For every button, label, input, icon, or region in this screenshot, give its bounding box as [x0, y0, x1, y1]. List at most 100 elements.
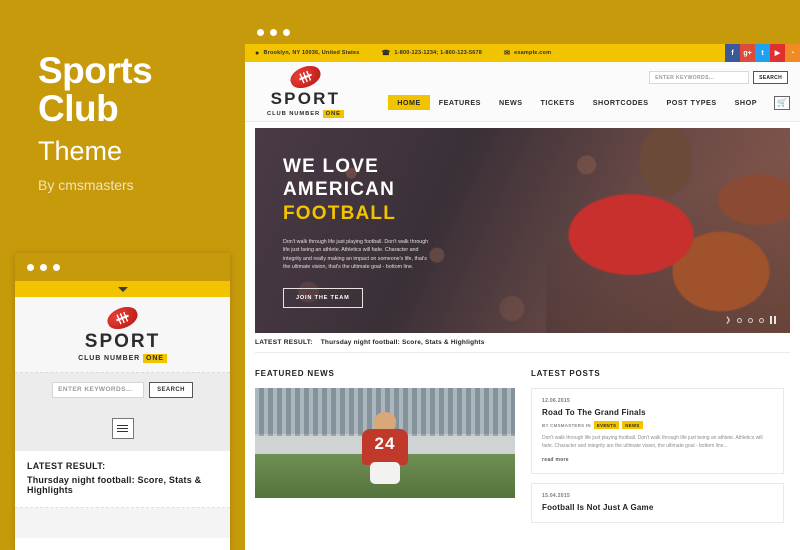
- search-input[interactable]: ENTER KEYWORDS...: [649, 71, 750, 84]
- post-title[interactable]: Road To The Grand Finals: [542, 408, 773, 417]
- envelope-icon: ✉: [504, 49, 511, 57]
- brand-tagline-highlight: ONE: [322, 110, 344, 118]
- topbar-phone-text: 1-800-123-1234; 1-800-123-5678: [394, 50, 483, 56]
- facebook-icon[interactable]: f: [725, 44, 740, 62]
- nav-item-news[interactable]: NEWS: [490, 95, 532, 110]
- nav-item-home[interactable]: HOME: [388, 95, 430, 110]
- main-content: FEATURED NEWS 24 LATEST POSTS 12.06.2015…: [245, 353, 800, 532]
- topbar-address: ● Brooklyn, NY 10036, United States: [255, 50, 360, 57]
- window-dot-minimize[interactable]: [40, 263, 47, 271]
- hero-slider: WE LOVE AMERICAN FOOTBALL Don't walk thr…: [255, 128, 790, 333]
- hero-headline-white: AMERICAN: [283, 179, 395, 200]
- site-header: SPORT CLUB NUMBER ONE ENTER KEYWORDS... …: [245, 61, 800, 122]
- topbar-email-text: example.com: [514, 50, 552, 56]
- topbar-address-text: Brooklyn, NY 10036, United States: [263, 50, 360, 56]
- promo-title-line2: Club: [38, 88, 119, 129]
- search-button[interactable]: SEARCH: [149, 381, 193, 398]
- slider-controls: ❯: [725, 316, 776, 324]
- post-date: 15.04.2015: [542, 493, 571, 500]
- chevron-right-icon[interactable]: ❯: [725, 316, 731, 324]
- phone-icon: ☎: [381, 49, 391, 57]
- nav-item-features[interactable]: FEATURES: [430, 95, 490, 110]
- post-author-line: BY CMSMASTERS IN: [542, 422, 591, 428]
- mobile-window-chrome: [15, 253, 230, 281]
- featured-news-title: FEATURED NEWS: [255, 369, 335, 378]
- site-topbar: ● Brooklyn, NY 10036, United States ☎ 1-…: [245, 44, 800, 62]
- post-meta: BY CMSMASTERS IN EVENTS NEWS: [542, 421, 773, 429]
- join-the-team-button[interactable]: JOIN THE TEAM: [283, 287, 363, 308]
- player-pants: [370, 462, 400, 485]
- nav-item-shop[interactable]: SHOP: [726, 95, 766, 110]
- jersey-number: 24: [374, 434, 396, 454]
- latest-result-text[interactable]: Thursday night football: Score, Stats & …: [27, 475, 218, 495]
- search-button[interactable]: SEARCH: [753, 71, 788, 84]
- latest-posts-column: LATEST POSTS 12.06.2015 Road To The Gran…: [531, 369, 784, 532]
- window-dot-maximize[interactable]: [283, 28, 290, 36]
- twitter-icon[interactable]: t: [755, 44, 770, 62]
- googleplus-icon[interactable]: g+: [740, 44, 755, 62]
- rss-icon[interactable]: ◔: [785, 44, 800, 62]
- search-input[interactable]: ENTER KEYWORDS...: [52, 381, 145, 398]
- list-item[interactable]: 15.04.2015 Football Is Not Just A Game: [531, 483, 784, 524]
- latest-result-label: LATEST RESULT:: [255, 339, 313, 346]
- promo-byline: By cmsmasters: [38, 177, 134, 193]
- featured-news-column: FEATURED NEWS 24: [255, 369, 515, 532]
- hamburger-menu-icon[interactable]: [111, 418, 134, 439]
- post-excerpt: Don't walk through life just playing foo…: [542, 435, 763, 449]
- football-icon: [287, 61, 324, 93]
- post-title[interactable]: Football Is Not Just A Game: [542, 503, 773, 512]
- slider-dot-1[interactable]: [737, 317, 742, 323]
- topbar-email[interactable]: ✉ example.com: [504, 50, 551, 57]
- nav-item-shortcodes[interactable]: SHORTCODES: [584, 95, 658, 110]
- brand-tagline-highlight: ONE: [143, 353, 167, 363]
- hero-headline-line1: WE LOVE: [283, 156, 380, 177]
- pause-icon[interactable]: [770, 316, 776, 324]
- latest-posts-title: LATEST POSTS: [531, 369, 601, 378]
- post-tag-events[interactable]: EVENTS: [593, 421, 620, 429]
- window-dot-close[interactable]: [27, 263, 34, 271]
- browser-window-chrome: [245, 20, 800, 44]
- mobile-preview-window: SPORT CLUB NUMBER ONE ENTER KEYWORDS... …: [15, 253, 230, 550]
- site-logo[interactable]: SPORT CLUB NUMBER ONE: [267, 61, 344, 118]
- nav-item-tickets[interactable]: TICKETS: [532, 95, 584, 110]
- latest-result-strip: LATEST RESULT: Thursday night football: …: [255, 333, 790, 353]
- brand-tagline-prefix: CLUB NUMBER: [78, 354, 141, 362]
- topbar-phone[interactable]: ☎ 1-800-123-1234; 1-800-123-5678: [382, 50, 483, 57]
- chevron-down-icon[interactable]: [117, 286, 128, 292]
- location-pin-icon: ●: [255, 49, 260, 57]
- window-dot-maximize[interactable]: [53, 263, 60, 271]
- player-figure: 24: [358, 412, 412, 485]
- hero-headline-line2: AMERICAN FOOTBALL: [283, 178, 513, 226]
- nav-item-post-types[interactable]: POST TYPES: [657, 95, 725, 110]
- brand-name: SPORT: [270, 89, 341, 108]
- mobile-logo-area: SPORT CLUB NUMBER ONE: [15, 297, 230, 373]
- slider-dot-2[interactable]: [748, 317, 753, 323]
- list-item[interactable]: 12.06.2015 Road To The Grand Finals BY C…: [531, 388, 784, 475]
- window-dot-minimize[interactable]: [270, 28, 277, 36]
- mobile-topbar[interactable]: [15, 281, 230, 297]
- mobile-latest-result: LATEST RESULT: Thursday night football: …: [15, 451, 230, 508]
- youtube-icon[interactable]: ▶: [770, 44, 785, 62]
- hero-player-photo: [546, 128, 790, 333]
- header-search: ENTER KEYWORDS... SEARCH: [649, 71, 788, 84]
- hero-headline-yellow: FOOTBALL: [283, 203, 397, 224]
- social-links: f g+ t ▶ ◔: [725, 44, 800, 62]
- post-date: 12.06.2015: [542, 398, 571, 404]
- window-dot-close[interactable]: [257, 28, 264, 36]
- shopping-cart-icon[interactable]: 🛒: [774, 95, 790, 110]
- brand-tagline-prefix: CLUB NUMBER: [267, 111, 321, 117]
- brand-tagline: CLUB NUMBER ONE: [267, 110, 344, 118]
- slider-dot-3[interactable]: [759, 317, 764, 323]
- hero-paragraph: Don't walk through life just playing foo…: [283, 239, 429, 271]
- page-title: Sports Club: [38, 52, 153, 129]
- main-navigation: HOME FEATURES NEWS TICKETS SHORTCODES PO…: [388, 95, 790, 110]
- read-more-link[interactable]: read more: [542, 457, 773, 463]
- latest-result-text[interactable]: Thursday night football: Score, Stats & …: [321, 339, 485, 346]
- mobile-search-bar: ENTER KEYWORDS... SEARCH: [15, 373, 230, 406]
- brand-tagline: CLUB NUMBER ONE: [78, 353, 167, 363]
- brand-name: SPORT: [84, 330, 161, 352]
- hero-content: WE LOVE AMERICAN FOOTBALL Don't walk thr…: [283, 156, 513, 308]
- post-tag-news[interactable]: NEWS: [622, 421, 643, 429]
- featured-news-image[interactable]: 24: [255, 388, 515, 498]
- promo-subtitle: Theme: [38, 136, 123, 166]
